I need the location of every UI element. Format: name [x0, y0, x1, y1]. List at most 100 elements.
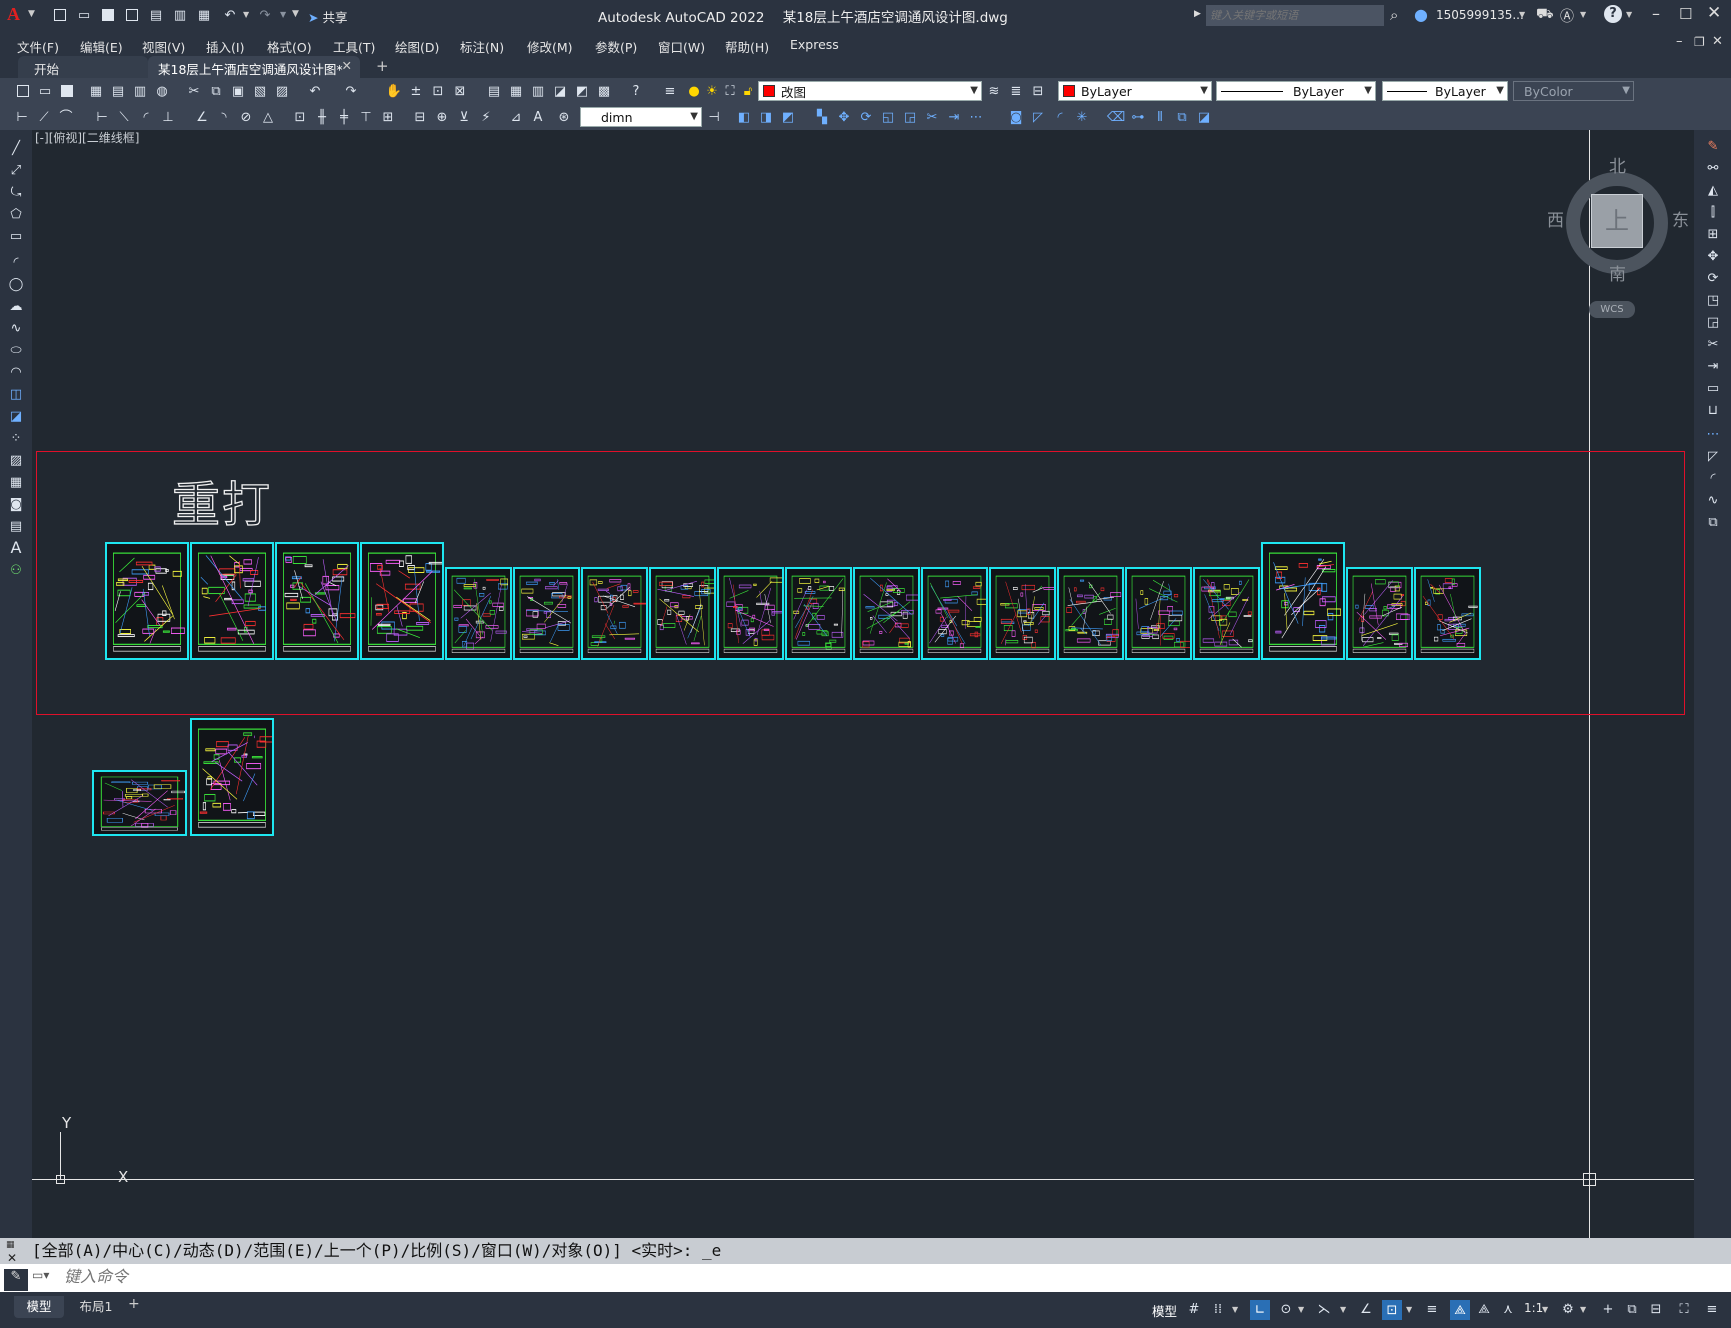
modify-join-icon[interactable]: ◙	[1008, 109, 1024, 125]
break-at-point-icon[interactable]: ▭	[1705, 380, 1721, 396]
menu-insert[interactable]: 插入(I)	[206, 37, 244, 56]
drawing-sheet[interactable]	[1414, 567, 1481, 660]
region-icon[interactable]: ◙	[8, 496, 24, 512]
plotstyle-combo[interactable]: ByColor ▼	[1513, 81, 1634, 101]
drawing-sheet[interactable]	[92, 770, 187, 836]
plot-icon[interactable]: ▦	[196, 7, 212, 23]
zoom-previous-icon[interactable]: ⊠	[452, 83, 468, 99]
tab-start[interactable]: 开始	[18, 56, 148, 78]
open-file-icon[interactable]: ▭	[76, 7, 92, 23]
dim-radius-icon[interactable]: ◜	[138, 109, 154, 125]
viewcube-north[interactable]: 北	[1609, 152, 1626, 177]
open-icon[interactable]: ▭	[37, 83, 53, 99]
plot-toolbar-icon[interactable]: ▦	[88, 83, 104, 99]
modify-draworder-icon[interactable]: ⧉	[1174, 109, 1190, 125]
dim-edit-icon[interactable]: ⊿	[508, 109, 524, 125]
break-icon[interactable]: ⊔	[1705, 402, 1721, 418]
dim-baseline-icon[interactable]: ╫	[314, 109, 330, 125]
tab-close-icon[interactable]: ✕	[342, 58, 352, 73]
grid-icon[interactable]: #	[1186, 1301, 1202, 1317]
scale-dropdown-icon[interactable]: ▼	[1542, 1305, 1548, 1314]
layer-lock-icon[interactable]: 🔓︎	[740, 83, 756, 99]
design-center-icon[interactable]: ▦	[508, 83, 524, 99]
autoscale-icon[interactable]: ⟁	[1476, 1301, 1492, 1317]
user-icon[interactable]: ●	[1414, 5, 1428, 24]
app-logo-icon[interactable]: A	[7, 4, 20, 25]
tool-palettes-icon[interactable]: ▥	[530, 83, 546, 99]
viewport-controls-label[interactable]: [-][俯视][二维线框]	[35, 130, 139, 146]
drawing-sheet[interactable]	[445, 567, 512, 660]
cloud-save-icon[interactable]: ▥	[172, 7, 188, 23]
undo-icon[interactable]: ↶	[222, 7, 238, 23]
modify-rotate-icon[interactable]: ⟳	[858, 109, 874, 125]
add-layout-button[interactable]: +	[128, 1296, 140, 1312]
dimstyle-combo[interactable]: dimn ▼	[580, 107, 702, 127]
calculator-icon[interactable]: ▩	[596, 83, 612, 99]
user-dropdown-icon[interactable]: ▼	[1519, 10, 1525, 19]
polyline-icon[interactable]: ⤿	[8, 184, 24, 200]
menu-draw[interactable]: 绘图(D)	[395, 37, 439, 56]
autodesk-app-icon[interactable]: Ⓐ	[1560, 6, 1574, 26]
drawing-canvas[interactable]: [-][俯视][二维线框] 上 北 南 西 东 WCS 重打 Y X	[32, 130, 1694, 1238]
dim-diameter-icon[interactable]: ⊘	[238, 109, 254, 125]
menu-file[interactable]: 文件(F)	[17, 37, 59, 56]
dim-angle-icon[interactable]: △	[260, 109, 276, 125]
ellipse-arc-icon[interactable]: ◠	[8, 364, 24, 380]
redo-icon[interactable]: ↷	[257, 7, 273, 23]
viewcube[interactable]: 上 北 南 西 东	[1544, 152, 1690, 302]
modify-array-icon[interactable]: ▚	[814, 109, 830, 125]
command-close-icon[interactable]: ✕	[7, 1251, 17, 1265]
dim-update-icon[interactable]: ⊛	[556, 109, 572, 125]
mirror-icon[interactable]: ◭	[1705, 182, 1721, 198]
osnap-dropdown-icon[interactable]: ▼	[1406, 1305, 1412, 1314]
modify-erase-icon[interactable]: ⌫	[1107, 109, 1125, 125]
inspect-icon[interactable]: ⊻	[456, 109, 472, 125]
menu-view[interactable]: 视图(V)	[142, 37, 185, 56]
properties-icon[interactable]: ▤	[486, 83, 502, 99]
scale-value[interactable]: 1:1	[1524, 1301, 1543, 1315]
ellipse-icon[interactable]: ⬭	[8, 342, 24, 358]
tb-help-icon[interactable]: ?	[628, 83, 644, 99]
fillet-icon[interactable]: ◜	[1705, 470, 1721, 486]
command-grip-icon[interactable]: ▦	[6, 1240, 15, 1250]
modify-copy-icon[interactable]: ◧	[736, 109, 752, 125]
layer-previous-icon[interactable]: ≣	[1008, 83, 1024, 99]
cart-icon[interactable]: ⛟	[1536, 6, 1554, 24]
zoom-realtime-icon[interactable]: ±	[408, 83, 424, 99]
modify-move-icon[interactable]: ✥	[836, 109, 852, 125]
tab-model[interactable]: 模型	[14, 1296, 64, 1318]
dim-break-icon[interactable]: ⊞	[380, 109, 396, 125]
modify-offset-icon[interactable]: ◩	[780, 109, 796, 125]
new-file-icon[interactable]	[52, 7, 68, 23]
drawing-sheet[interactable]	[190, 542, 274, 660]
revcloud-icon[interactable]: ☁	[8, 298, 24, 314]
rotate-icon[interactable]: ⟳	[1705, 270, 1721, 286]
drawing-sheet[interactable]	[513, 567, 580, 660]
block-editor-icon[interactable]: ▨	[274, 83, 290, 99]
menu-dimension[interactable]: 标注(N)	[460, 37, 504, 56]
polar-dropdown-icon[interactable]: ▼	[1298, 1305, 1304, 1314]
drawing-sheet[interactable]	[1193, 567, 1260, 660]
linetype-combo[interactable]: ByLayer ▼	[1216, 81, 1376, 101]
layer-viewport-icon[interactable]: ⛶	[722, 83, 738, 99]
spline-icon[interactable]: ∿	[8, 320, 24, 336]
table-icon[interactable]: ▤	[8, 518, 24, 534]
command-recent-icon[interactable]: ▭▾	[32, 1268, 49, 1282]
copy-object-icon[interactable]: ⚯	[1705, 160, 1721, 176]
tolerance-icon[interactable]: ⊟	[412, 109, 428, 125]
circle-icon[interactable]: ◯	[8, 276, 24, 292]
drawing-sheet[interactable]	[989, 567, 1056, 660]
search-input[interactable]	[1206, 5, 1384, 26]
dim-hor-icon[interactable]: ⊢	[94, 109, 110, 125]
offset-icon[interactable]: ⫿	[1705, 204, 1721, 220]
new-tab-button[interactable]: +	[376, 57, 389, 75]
layer-combo[interactable]: 改图 ▼	[758, 81, 982, 101]
construction-line-icon[interactable]: ⤢	[8, 162, 24, 178]
menu-tools[interactable]: 工具(T)	[333, 37, 375, 56]
drawing-sheet[interactable]	[1125, 567, 1192, 660]
dim-continue-icon[interactable]: ╪	[336, 109, 352, 125]
scale-icon[interactable]: ◳	[1705, 292, 1721, 308]
undo-dropdown-icon[interactable]: ▼	[243, 10, 249, 19]
modify-edit-icon[interactable]: ◪	[1196, 109, 1212, 125]
doc-close-button[interactable]: ✕	[1712, 34, 1723, 49]
